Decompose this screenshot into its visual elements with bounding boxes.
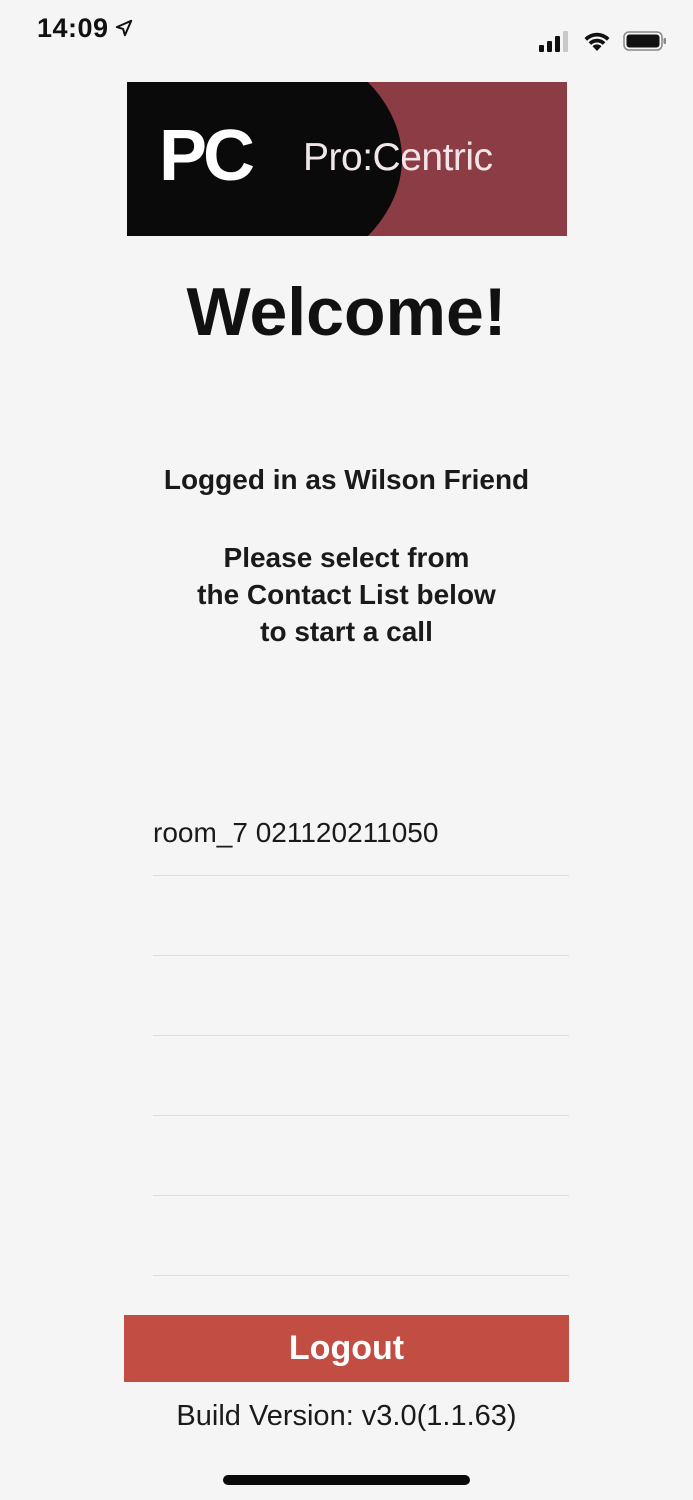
contact-list-item[interactable] [153,1116,569,1196]
logged-in-text: Logged in as Wilson Friend [163,464,530,495]
contact-list: room_7 021120211050 [153,798,569,1276]
instruction-line: Please select from [223,542,470,573]
home-indicator[interactable] [223,1475,470,1485]
time-label: 14:09 [37,13,109,43]
status-bar-indicators [539,30,667,57]
contact-list-item[interactable] [153,1196,569,1276]
cellular-signal-icon [539,30,571,57]
build-version: Build Version: v3.0(1.1.63) [176,1400,517,1432]
location-arrow-icon [115,13,133,44]
contact-name: room_7 021120211050 [153,817,439,848]
instruction-text: Please select from the Contact List belo… [0,539,693,650]
battery-icon [623,30,667,57]
instruction-line: to start a call [260,616,433,647]
contact-list-item[interactable] [153,1036,569,1116]
contact-list-item[interactable]: room_7 021120211050 [153,798,569,876]
wifi-icon [583,30,611,57]
welcome-title: Welcome! [186,274,507,350]
logo-brand-name: Pro:Centric [303,136,493,179]
logo-monogram: PC [159,116,255,196]
instruction-line: the Contact List below [197,579,496,610]
contact-list-item[interactable] [153,876,569,956]
app-screen: 14:09 PC Pro:Centric Welcome! Logged in … [0,0,693,1500]
procentric-logo: PC Pro:Centric [127,82,567,236]
contact-list-item[interactable] [153,956,569,1036]
logout-button[interactable]: Logout [124,1315,569,1382]
status-bar-time: 14:09 [37,13,133,44]
